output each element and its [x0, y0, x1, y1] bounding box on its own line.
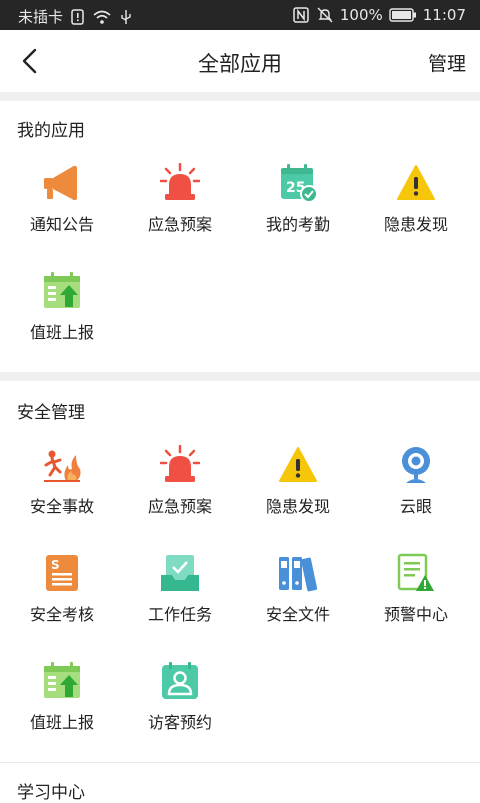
- binders-icon: [279, 557, 318, 592]
- app-duty-report[interactable]: 值班上报: [2, 661, 122, 761]
- carrier-text: 未插卡: [18, 8, 64, 26]
- app-visitor-appointment[interactable]: 访客预约: [120, 661, 240, 761]
- wifi-icon: [93, 10, 111, 24]
- app-label: 我的考勤: [265, 215, 330, 234]
- app-duty-report[interactable]: 值班上报: [2, 271, 122, 371]
- app-label: 应急预案: [147, 215, 212, 234]
- battery-icon: [389, 8, 416, 22]
- calendar-upload-icon: [44, 272, 80, 308]
- task-tray-icon: [161, 555, 199, 591]
- webcam-icon: [402, 447, 430, 483]
- usb-icon: [121, 9, 131, 24]
- warning-triangle-icon: [397, 165, 435, 200]
- app-warning-center[interactable]: 预警中心: [356, 553, 476, 653]
- app-label: 值班上报: [29, 713, 94, 732]
- warning-triangle-icon: [279, 447, 317, 482]
- app-label: 云眼: [399, 497, 432, 516]
- app-label: 预警中心: [383, 605, 448, 624]
- app-label: 安全考核: [29, 605, 94, 624]
- app-work-task[interactable]: 工作任务: [120, 553, 240, 653]
- app-hazard-discovery[interactable]: 隐患发现: [238, 445, 358, 545]
- alarm-light-icon: [160, 163, 200, 200]
- app-label: 安全文件: [265, 605, 330, 624]
- section-separator: [0, 762, 480, 763]
- calendar-upload-icon: [44, 662, 80, 698]
- app-safety-documents[interactable]: 安全文件: [238, 553, 358, 653]
- sim-alert-icon: [71, 8, 84, 25]
- clock-text: 11:07: [422, 6, 466, 24]
- navigation-bar: 全部应用 管理: [0, 30, 480, 92]
- section-divider: [0, 372, 480, 381]
- app-label: 安全事故: [29, 497, 94, 516]
- page-title: 全部应用: [198, 52, 282, 76]
- app-label: 通知公告: [29, 215, 94, 234]
- app-safety-assessment[interactable]: S 安全考核: [2, 553, 122, 653]
- calendar-check-icon: 25: [281, 164, 318, 203]
- section-title-safety-management: 安全管理: [17, 403, 85, 423]
- alarm-light-icon: [160, 445, 200, 482]
- nfc-icon: [293, 7, 309, 23]
- app-label: 访客预约: [147, 713, 212, 732]
- app-safety-accident[interactable]: 安全事故: [2, 445, 122, 545]
- app-label: 应急预案: [147, 497, 212, 516]
- visitor-icon: [162, 662, 198, 699]
- status-bar: 未插卡 100% 11:07: [0, 0, 480, 30]
- app-emergency-plan[interactable]: 应急预案: [120, 445, 240, 545]
- section-title-my-apps: 我的应用: [17, 121, 85, 141]
- svg-text:S: S: [51, 558, 60, 572]
- app-label: 工作任务: [147, 605, 212, 624]
- megaphone-icon: [44, 166, 77, 200]
- app-label: 隐患发现: [265, 497, 330, 516]
- app-label: 隐患发现: [383, 215, 448, 234]
- app-my-attendance[interactable]: 25 我的考勤: [238, 163, 358, 263]
- section-title-learning-center: 学习中心: [17, 783, 85, 803]
- section-divider: [0, 92, 480, 101]
- app-notice[interactable]: 通知公告: [2, 163, 122, 263]
- app-cloud-eye[interactable]: 云眼: [356, 445, 476, 545]
- manage-button[interactable]: 管理: [428, 49, 466, 76]
- fire-accident-icon: [44, 450, 81, 482]
- mute-icon: [317, 7, 333, 23]
- app-label: 值班上报: [29, 323, 94, 342]
- doc-warning-icon: [397, 553, 434, 591]
- assessment-doc-icon: S: [46, 555, 78, 591]
- app-hazard-discovery[interactable]: 隐患发现: [356, 163, 476, 263]
- battery-percent: 100%: [339, 6, 383, 24]
- app-emergency-plan[interactable]: 应急预案: [120, 163, 240, 263]
